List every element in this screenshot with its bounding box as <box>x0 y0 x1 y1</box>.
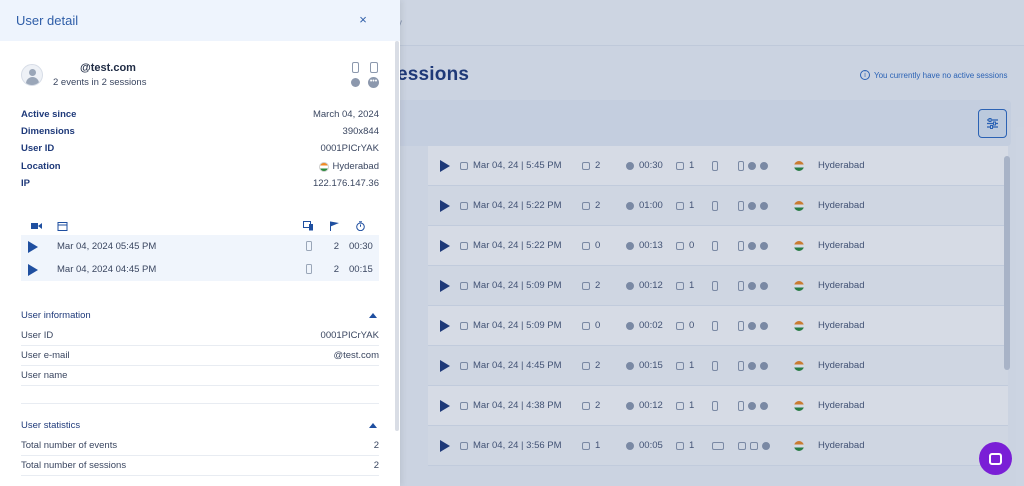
section-divider <box>21 403 379 404</box>
more-icon: ••• <box>368 77 379 88</box>
panel-header: User detail <box>0 0 400 41</box>
apple-icon <box>351 78 360 87</box>
section-title: User statistics <box>21 420 81 431</box>
info-row-user-email: User e-mail @test.com <box>21 346 379 366</box>
detail-label: Dimensions <box>21 126 75 137</box>
stat-label: Total number of events <box>21 440 118 451</box>
user-session-summary: 2 events in 2 sessions <box>53 77 147 88</box>
panel-title: User detail <box>16 13 79 28</box>
detail-value: 390x844 <box>342 126 379 137</box>
section-title: User information <box>21 310 91 321</box>
stat-label: Total number of sessions <box>21 460 127 471</box>
mobile-device-icon <box>306 241 312 251</box>
info-label: User e-mail <box>21 350 70 361</box>
user-session-duration: 00:30 <box>349 241 373 252</box>
sessions-header <box>21 219 379 235</box>
detail-active-since: Active since March 04, 2024 <box>21 109 379 120</box>
panel-scrollbar[interactable] <box>395 41 399 431</box>
flag-icon <box>330 221 339 231</box>
detail-label: Location <box>21 161 61 172</box>
devices-icon <box>303 221 313 231</box>
user-session-row[interactable]: Mar 04, 2024 04:45 PM 2 00:15 <box>21 258 379 281</box>
stat-value: 2 <box>373 460 379 471</box>
detail-label: Active since <box>21 109 77 120</box>
detail-user-id: User ID 0001PICrYAK <box>21 143 379 154</box>
stat-row-total-events: Total number of events 2 <box>21 436 379 456</box>
detail-label: User ID <box>21 143 55 154</box>
user-email: @test.com <box>80 62 136 74</box>
india-flag-icon <box>318 161 329 172</box>
detail-location: Location Hyderabad <box>21 161 379 172</box>
phone-icon <box>352 62 359 73</box>
stat-value: 2 <box>373 440 379 451</box>
detail-label: IP <box>21 178 30 189</box>
chat-icon <box>989 452 1002 465</box>
detail-ip: IP 122.176.147.36 <box>21 178 379 189</box>
stat-row-total-sessions: Total number of sessions 2 <box>21 456 379 476</box>
detail-value: Hyderabad <box>332 161 379 172</box>
avatar <box>21 64 43 86</box>
user-session-row[interactable]: Mar 04, 2024 05:45 PM 2 00:30 <box>21 235 379 258</box>
user-session-date: Mar 04, 2024 04:45 PM <box>57 264 157 275</box>
detail-value: 122.176.147.36 <box>312 178 379 189</box>
play-icon[interactable] <box>28 241 38 253</box>
mobile-device-icon <box>306 264 312 274</box>
user-session-duration: 00:15 <box>349 264 373 275</box>
chevron-up-icon <box>369 423 377 428</box>
video-icon <box>31 223 42 229</box>
user-detail-panel: User detail × @test.com 2 events in 2 se… <box>0 0 400 486</box>
info-label: User ID <box>21 330 54 341</box>
detail-value: March 04, 2024 <box>312 109 379 120</box>
detail-value: 0001PICrYAK <box>320 143 379 154</box>
timer-icon <box>356 221 365 231</box>
user-sessions-list: Mar 04, 2024 05:45 PM 2 00:30 Mar 04, 20… <box>21 235 379 281</box>
user-session-date: Mar 04, 2024 05:45 PM <box>57 241 157 252</box>
user-summary: @test.com 2 events in 2 sessions ••• <box>21 60 381 94</box>
info-row-user-name: User name <box>21 366 379 386</box>
modal-overlay[interactable] <box>400 0 1024 486</box>
user-session-events: 2 <box>333 241 339 252</box>
detail-dimensions: Dimensions 390x844 <box>21 126 379 137</box>
chevron-up-icon <box>369 313 377 318</box>
play-icon[interactable] <box>28 264 38 276</box>
info-label: User name <box>21 370 68 381</box>
user-information-toggle[interactable]: User information <box>21 310 379 324</box>
calendar-icon <box>57 222 68 231</box>
close-button[interactable]: × <box>356 12 370 28</box>
info-value: @test.com <box>333 350 379 361</box>
user-session-events: 2 <box>333 264 339 275</box>
tablet-icon <box>370 62 378 73</box>
info-value: 0001PICrYAK <box>320 330 379 341</box>
chat-button[interactable] <box>979 442 1012 475</box>
device-icons: ••• <box>349 60 381 90</box>
info-row-user-id: User ID 0001PICrYAK <box>21 326 379 346</box>
user-statistics-toggle[interactable]: User statistics <box>21 420 379 434</box>
